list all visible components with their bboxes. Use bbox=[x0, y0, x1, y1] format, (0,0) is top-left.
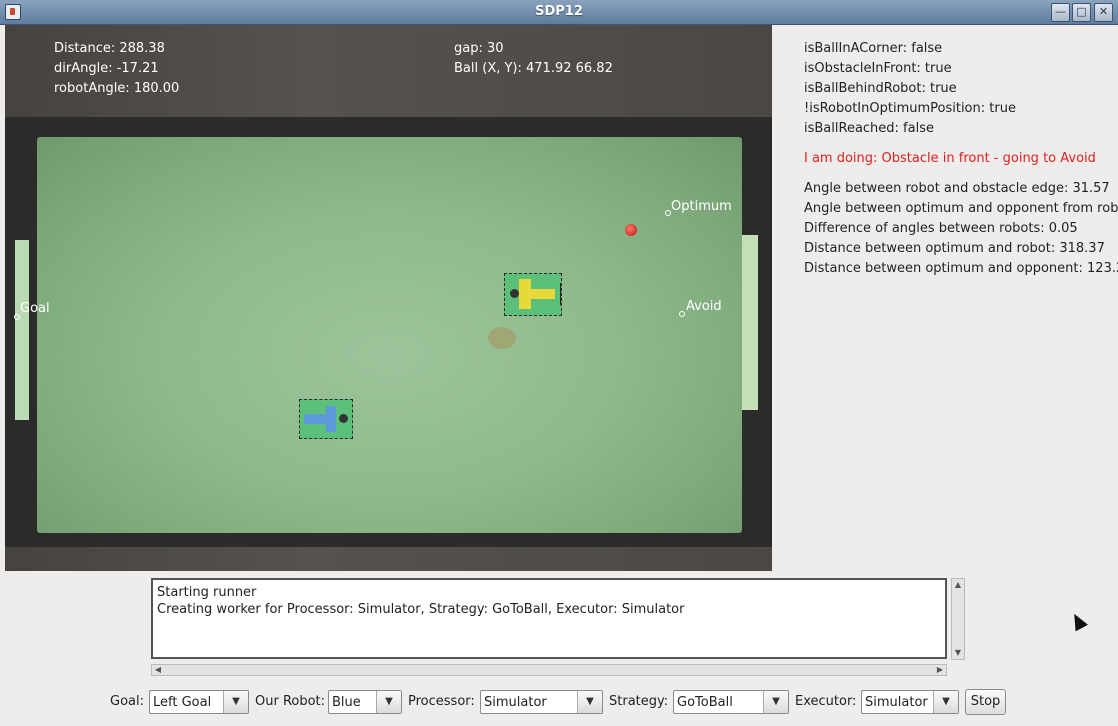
stop-button[interactable]: Stop bbox=[965, 689, 1006, 715]
log-vertical-scrollbar[interactable]: ▲ ▼ bbox=[951, 578, 965, 660]
executor-select[interactable]: Simulator ▼ bbox=[861, 690, 959, 714]
mouse-cursor-icon bbox=[1068, 610, 1088, 632]
log-textarea[interactable]: Starting runner Creating worker for Proc… bbox=[151, 578, 947, 659]
processor-select-label: Processor: bbox=[408, 694, 475, 709]
current-action: I am doing: Obstacle in front - going to… bbox=[804, 151, 1096, 166]
log-line: Creating worker for Processor: Simulator… bbox=[157, 602, 685, 617]
yellow-robot-plate bbox=[519, 279, 531, 309]
strategy-info-panel: isBallInACorner: false isObstacleInFront… bbox=[804, 41, 1118, 281]
chevron-down-icon[interactable]: ▼ bbox=[933, 691, 958, 713]
blue-robot bbox=[299, 399, 353, 439]
avoid-marker bbox=[679, 311, 685, 317]
chevron-down-icon[interactable]: ▼ bbox=[577, 691, 602, 713]
window-title: SDP12 bbox=[535, 4, 583, 19]
goal-label: Goal bbox=[20, 301, 50, 316]
optimum-label: Optimum bbox=[671, 199, 732, 214]
chevron-down-icon[interactable]: ▼ bbox=[376, 691, 401, 713]
ball-position-readout: Ball (X, Y): 471.92 66.82 bbox=[454, 61, 613, 76]
avoid-label: Avoid bbox=[686, 299, 722, 314]
minimize-icon[interactable]: — bbox=[1051, 3, 1070, 22]
robot-select-label: Our Robot: bbox=[255, 694, 326, 709]
obstacle-edge bbox=[560, 283, 561, 305]
camera-feed: Distance: 288.38 dirAngle: -17.21 robotA… bbox=[5, 25, 772, 571]
blue-robot-plate bbox=[326, 406, 336, 432]
yellow-robot-arrow bbox=[531, 289, 555, 299]
log-horizontal-scrollbar[interactable]: ◀ ▶ bbox=[151, 664, 947, 676]
robot-select-value: Blue bbox=[332, 695, 361, 710]
chevron-down-icon[interactable]: ▼ bbox=[763, 691, 788, 713]
measure-optimum-opponent-angle: Angle between optimum and opponent from … bbox=[804, 201, 1118, 216]
flag-robot-optimum: !isRobotInOptimumPosition: true bbox=[804, 101, 1016, 116]
left-goal bbox=[15, 240, 29, 420]
yellow-robot-dot bbox=[510, 289, 519, 298]
maximize-icon[interactable]: □ bbox=[1072, 3, 1091, 22]
scroll-right-icon[interactable]: ▶ bbox=[935, 665, 945, 675]
executor-select-value: Simulator bbox=[865, 695, 928, 710]
gap-readout: gap: 30 bbox=[454, 41, 504, 56]
ball bbox=[625, 224, 637, 236]
measure-optimum-opponent-distance: Distance between optimum and opponent: 1… bbox=[804, 261, 1118, 276]
flag-ball-behind-robot: isBallBehindRobot: true bbox=[804, 81, 957, 96]
dir-angle-readout: dirAngle: -17.21 bbox=[54, 61, 159, 76]
processor-select[interactable]: Simulator ▼ bbox=[480, 690, 603, 714]
robot-select[interactable]: Blue ▼ bbox=[328, 690, 402, 714]
window-titlebar[interactable]: SDP12 — □ ✕ bbox=[0, 0, 1118, 25]
scroll-left-icon[interactable]: ◀ bbox=[153, 665, 163, 675]
log-line: Starting runner bbox=[157, 585, 257, 600]
flag-obstacle-in-front: isObstacleInFront: true bbox=[804, 61, 952, 76]
flag-ball-in-corner: isBallInACorner: false bbox=[804, 41, 943, 56]
pitch bbox=[37, 137, 742, 533]
goal-select-label: Goal: bbox=[110, 694, 144, 709]
measure-angle-difference: Difference of angles between robots: 0.0… bbox=[804, 221, 1078, 236]
robot-angle-readout: robotAngle: 180.00 bbox=[54, 81, 180, 96]
scroll-up-icon[interactable]: ▲ bbox=[953, 580, 963, 590]
blue-robot-dot bbox=[339, 414, 348, 423]
processor-select-value: Simulator bbox=[484, 695, 547, 710]
flag-ball-reached: isBallReached: false bbox=[804, 121, 934, 136]
goal-select-value: Left Goal bbox=[153, 695, 212, 710]
close-icon[interactable]: ✕ bbox=[1094, 3, 1113, 22]
measure-robot-obstacle-angle: Angle between robot and obstacle edge: 3… bbox=[804, 181, 1110, 196]
executor-select-label: Executor: bbox=[795, 694, 857, 709]
strategy-select[interactable]: GoToBall ▼ bbox=[673, 690, 789, 714]
goal-select[interactable]: Left Goal ▼ bbox=[149, 690, 249, 714]
pitch-spot bbox=[488, 327, 516, 349]
distance-readout: Distance: 288.38 bbox=[54, 41, 165, 56]
right-goal bbox=[742, 235, 758, 410]
scroll-down-icon[interactable]: ▼ bbox=[953, 648, 963, 658]
chevron-down-icon[interactable]: ▼ bbox=[223, 691, 248, 713]
strategy-select-value: GoToBall bbox=[677, 695, 733, 710]
measure-optimum-robot-distance: Distance between optimum and robot: 318.… bbox=[804, 241, 1105, 256]
strategy-select-label: Strategy: bbox=[609, 694, 669, 709]
blue-robot-arrow bbox=[304, 414, 328, 424]
yellow-robot bbox=[504, 273, 562, 316]
